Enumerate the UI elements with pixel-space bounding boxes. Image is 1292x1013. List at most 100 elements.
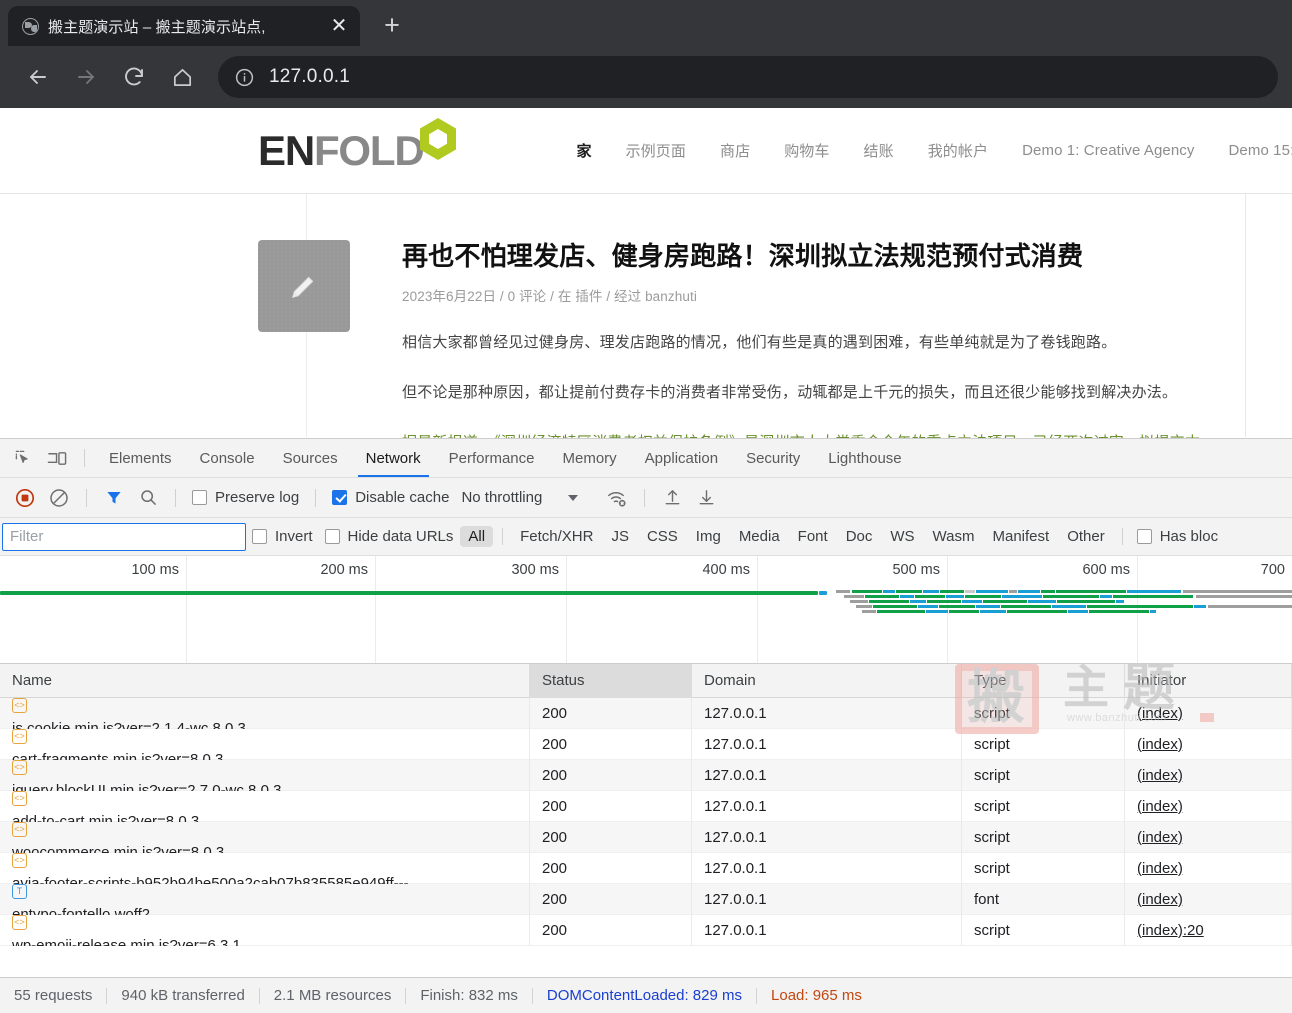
column-header-status[interactable]: Status	[530, 664, 692, 698]
type-filter-media[interactable]: Media	[731, 526, 788, 547]
request-status: 200	[530, 821, 692, 853]
tab-network[interactable]: Network	[352, 439, 435, 477]
request-name-cell[interactable]: <> add-to-cart.min.js?ver=8.0.3	[0, 790, 530, 822]
type-filter-other[interactable]: Other	[1059, 526, 1113, 547]
table-row[interactable]: <> js.cookie.min.js?ver=2.1.4-wc.8.0.3 2…	[0, 698, 1292, 729]
request-initiator[interactable]: (index)	[1125, 698, 1292, 729]
request-initiator[interactable]: (index)	[1125, 728, 1292, 760]
back-button[interactable]	[14, 53, 62, 101]
wifi-settings-icon[interactable]	[600, 483, 634, 513]
type-filter-js[interactable]: JS	[603, 526, 637, 547]
request-initiator[interactable]: (index)	[1125, 821, 1292, 853]
nav-item-checkout[interactable]: 结账	[847, 140, 911, 161]
request-initiator[interactable]: (index)	[1125, 852, 1292, 884]
divider	[84, 449, 85, 467]
page-viewport: ENFOLD 家 示例页面 商店 购物车 结账 我的帐户 Demo 1: Cre…	[0, 108, 1292, 438]
nav-item-cart[interactable]: 购物车	[767, 140, 846, 161]
summary-transferred: 940 kB transferred	[121, 987, 245, 1004]
request-initiator[interactable]: (index)	[1125, 790, 1292, 822]
request-name-cell[interactable]: <> wp-emoji-release.min.js?ver=6.3.1	[0, 914, 530, 946]
table-row[interactable]: <> jquery.blockUI.min.js?ver=2.7.0-wc.8.…	[0, 759, 1292, 791]
timeline-tick-label: 700	[1260, 562, 1285, 578]
funnel-filter-icon[interactable]	[97, 483, 131, 513]
throttling-select[interactable]: No throttling	[455, 489, 542, 506]
column-header-name[interactable]: Name	[0, 664, 530, 698]
forward-button[interactable]	[62, 53, 110, 101]
new-tab-button[interactable]: +	[374, 7, 410, 43]
request-name-cell[interactable]: <> woocommerce.min.js?ver=8.0.3	[0, 821, 530, 853]
table-row[interactable]: T entypo-fontello.woff2 200 127.0.0.1 fo…	[0, 883, 1292, 915]
request-initiator[interactable]: (index):20	[1125, 914, 1292, 946]
overview-request-bar	[0, 591, 818, 595]
address-bar[interactable]: 127.0.0.1	[218, 56, 1278, 98]
table-row[interactable]: <> avia-footer-scripts-b952b94be500a2cab…	[0, 852, 1292, 884]
request-type: script	[962, 728, 1125, 760]
devtools-panel: Elements Console Sources Network Perform…	[0, 438, 1292, 1013]
tab-sources[interactable]: Sources	[269, 439, 352, 477]
table-row[interactable]: <> wp-emoji-release.min.js?ver=6.3.1 200…	[0, 914, 1292, 946]
tab-performance[interactable]: Performance	[435, 439, 549, 477]
column-header-initiator[interactable]: Initiator	[1125, 664, 1292, 698]
tab-lighthouse[interactable]: Lighthouse	[814, 439, 915, 477]
inspect-element-icon[interactable]	[6, 443, 40, 473]
table-row[interactable]: <> cart-fragments.min.js?ver=8.0.3 200 1…	[0, 728, 1292, 760]
request-name-cell[interactable]: <> js.cookie.min.js?ver=2.1.4-wc.8.0.3	[0, 698, 530, 729]
tab-application[interactable]: Application	[631, 439, 732, 477]
request-name-cell[interactable]: T entypo-fontello.woff2	[0, 883, 530, 915]
post-title[interactable]: 再也不怕理发店、健身房跑路！深圳拟立法规范预付式消费	[402, 240, 1206, 273]
invert-checkbox[interactable]: Invert	[246, 528, 319, 545]
post-thumbnail[interactable]	[258, 240, 350, 332]
table-row[interactable]: <> add-to-cart.min.js?ver=8.0.3 200 127.…	[0, 790, 1292, 822]
tab-security[interactable]: Security	[732, 439, 814, 477]
type-filter-all[interactable]: All	[460, 526, 494, 547]
nav-item-demo-15[interactable]: Demo 15: Showca	[1212, 142, 1292, 159]
device-toolbar-icon[interactable]	[40, 443, 74, 473]
type-filter-font[interactable]: Font	[790, 526, 836, 547]
tab-memory[interactable]: Memory	[549, 439, 631, 477]
column-header-type[interactable]: Type	[962, 664, 1125, 698]
nav-item-home[interactable]: 家	[559, 140, 608, 161]
tab-elements[interactable]: Elements	[95, 439, 186, 477]
devtools-tabbar: Elements Console Sources Network Perform…	[0, 439, 1292, 478]
site-logo[interactable]: ENFOLD	[258, 117, 459, 172]
search-icon[interactable]	[131, 483, 165, 513]
clear-network-icon[interactable]	[42, 483, 76, 513]
script-resource-icon: <>	[12, 759, 27, 775]
request-initiator[interactable]: (index)	[1125, 883, 1292, 915]
disable-cache-checkbox[interactable]: Disable cache	[326, 489, 455, 506]
nav-item-demo-1[interactable]: Demo 1: Creative Agency	[1005, 142, 1211, 159]
info-circle-icon[interactable]	[234, 67, 255, 88]
export-har-icon[interactable]	[689, 483, 723, 513]
request-name-cell[interactable]: <> jquery.blockUI.min.js?ver=2.7.0-wc.8.…	[0, 759, 530, 791]
close-icon[interactable]: ✕	[326, 13, 352, 39]
reload-button[interactable]	[110, 53, 158, 101]
request-name-cell[interactable]: <> avia-footer-scripts-b952b94be500a2cab…	[0, 852, 530, 884]
type-filter-fetch-xhr[interactable]: Fetch/XHR	[512, 526, 601, 547]
request-name-cell[interactable]: <> cart-fragments.min.js?ver=8.0.3	[0, 728, 530, 760]
home-button[interactable]	[158, 53, 206, 101]
type-filter-doc[interactable]: Doc	[838, 526, 881, 547]
type-filter-css[interactable]: CSS	[639, 526, 686, 547]
nav-item-sample-page[interactable]: 示例页面	[609, 140, 703, 161]
type-filter-manifest[interactable]: Manifest	[985, 526, 1058, 547]
import-har-icon[interactable]	[655, 483, 689, 513]
type-filter-ws[interactable]: WS	[882, 526, 922, 547]
summary-dom-content-loaded: DOMContentLoaded: 829 ms	[546, 987, 743, 1004]
type-filter-img[interactable]: Img	[688, 526, 729, 547]
type-filter-wasm[interactable]: Wasm	[925, 526, 983, 547]
table-row[interactable]: <> woocommerce.min.js?ver=8.0.3 200 127.…	[0, 821, 1292, 853]
preserve-log-label: Preserve log	[215, 489, 300, 506]
has-blocked-cookies-checkbox[interactable]: Has bloc	[1131, 528, 1224, 545]
hide-data-urls-checkbox[interactable]: Hide data URLs	[319, 528, 460, 545]
filter-input[interactable]	[2, 522, 246, 551]
preserve-log-checkbox[interactable]: Preserve log	[186, 489, 305, 506]
nav-item-shop[interactable]: 商店	[703, 140, 767, 161]
column-header-domain[interactable]: Domain	[692, 664, 962, 698]
tab-console[interactable]: Console	[186, 439, 269, 477]
browser-tab[interactable]: 搬主题演示站 – 搬主题演示站点, ✕	[8, 6, 360, 46]
record-stop-icon[interactable]	[8, 483, 42, 513]
request-initiator[interactable]: (index)	[1125, 759, 1292, 791]
network-overview-timeline[interactable]: 100 ms 200 ms 300 ms 400 ms 500 ms 600 m…	[0, 556, 1292, 664]
chevron-down-icon[interactable]	[568, 494, 579, 501]
nav-item-my-account[interactable]: 我的帐户	[911, 140, 1005, 161]
